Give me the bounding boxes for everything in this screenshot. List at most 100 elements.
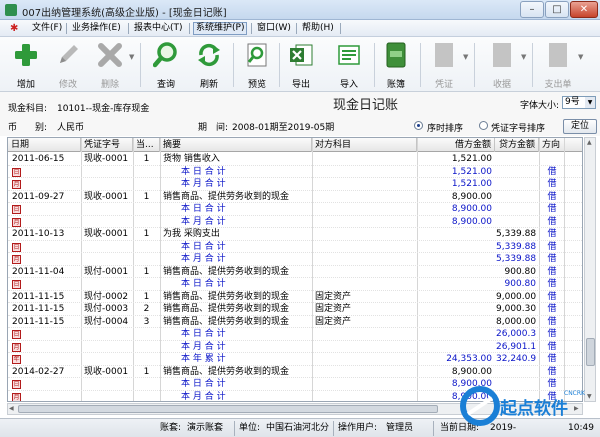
cell-date (12, 391, 80, 402)
voucher-icon (435, 43, 453, 67)
table-row[interactable]: 日本 日 合 计 1,521.00 借 (8, 166, 582, 178)
table-row[interactable]: 日本 日 合 计 5,339.88 借 (8, 241, 582, 253)
status-book-label: 账套: (160, 423, 182, 433)
cell-dir: 借 (547, 366, 557, 377)
menu-divider (66, 23, 67, 34)
payment-slip-button[interactable]: 支出单 (542, 40, 574, 90)
table-row[interactable]: 月本 月 合 计 1,521.00 借 (8, 178, 582, 191)
sort-voucher-label[interactable]: 凭证字号排序 (491, 121, 545, 134)
table-row[interactable]: 2014-02-27 现收-0001 1 销售商品、提供劳务收到的现金 8,900.00… (8, 366, 582, 378)
table-row[interactable]: 日本 日 合 计 900.80 借 (8, 278, 582, 291)
menu-divider (251, 23, 252, 34)
menu-reports[interactable]: 报表中心(T) (132, 22, 185, 35)
delete-button[interactable]: 删除 (94, 40, 126, 90)
maximize-button[interactable]: □ (545, 1, 569, 18)
scroll-left-icon[interactable]: ◀ (9, 405, 14, 412)
sort-voucher-radio[interactable] (479, 121, 488, 130)
table-row[interactable]: 2011-10-13 现收-0001 1 为我 采购支出 5,339.88 借 (8, 228, 582, 241)
cell-date (12, 341, 80, 353)
cell-date (12, 166, 80, 178)
cell-voucher (84, 178, 132, 190)
voucher-dropdown-arrow-icon[interactable]: ▼ (463, 53, 468, 61)
cash-journal-table[interactable]: 日期 凭证字号 当... 摘要 对方科目 借方金额 贷方金额 方向 2011-0… (7, 137, 583, 402)
table-row[interactable]: 2011-11-15 现付-0002 1 销售商品、提供劳务收到的现金 固定资产 9,00… (8, 291, 582, 303)
cell-no (134, 178, 159, 190)
menu-file[interactable]: 文件(F) (30, 22, 64, 35)
mdi-child-icon[interactable]: ✱ (10, 23, 22, 34)
vertical-scroll-thumb[interactable] (586, 338, 595, 366)
col-debit[interactable]: 借方金额 (417, 138, 495, 152)
table-row[interactable]: 月本 月 合 计26,901.10借 (8, 341, 582, 353)
menu-system[interactable]: 系统维护(P) (193, 22, 248, 35)
menu-help[interactable]: 帮助(H) (300, 22, 336, 35)
cell-no (134, 378, 159, 390)
title-bar: 007出纳管理系统(高级企业版) - [现金日记账] – □ ✕ (0, 0, 600, 20)
sort-time-label[interactable]: 序时排序 (427, 121, 463, 134)
table-row[interactable]: 2011-11-15 现付-0003 2 销售商品、提供劳务收到的现金 固定资产 9,00… (8, 303, 582, 316)
voucher-button[interactable]: 凭证 (428, 40, 460, 90)
scroll-up-icon[interactable]: ▲ (587, 139, 592, 146)
cell-opp (315, 178, 415, 190)
table-row[interactable]: 2011-09-27 现收-0001 1 销售商品、提供劳务收到的现金 8,900.00… (8, 191, 582, 203)
receipt-button[interactable]: 收据 (486, 40, 518, 90)
table-row[interactable]: 月本 月 合 计 5,339.88 借 (8, 253, 582, 266)
preview-button[interactable]: 预览 (241, 40, 273, 90)
cell-credit: 9,000.00 (496, 291, 536, 302)
cell-opp (315, 391, 415, 402)
cell-no: 3 (143, 316, 150, 327)
cell-debit (418, 253, 492, 265)
cell-date: 2011-11-04 (12, 266, 65, 277)
refresh-button[interactable]: 刷新 (193, 40, 225, 90)
col-summary[interactable]: 摘要 (160, 138, 312, 152)
import-button[interactable]: 导入 (333, 40, 365, 90)
toolbar-divider (140, 43, 141, 87)
cell-summary: 本 月 合 计 (181, 179, 226, 189)
payment-slip-dropdown-arrow-icon[interactable]: ▼ (578, 53, 583, 61)
table-row[interactable]: 2011-11-04 现付-0001 1 销售商品、提供劳务收到的现金 900.80 借 (8, 266, 582, 278)
ledger-button[interactable]: 账簿 (380, 40, 412, 90)
col-credit[interactable]: 贷方金额 (495, 138, 539, 152)
status-unit-value: 中国石油河北分 (266, 423, 330, 433)
locate-button[interactable]: 定位 (563, 119, 597, 134)
receipt-icon (493, 43, 511, 67)
cell-credit: 5,339.88 (496, 241, 536, 252)
cell-credit: 26,901.10 (496, 341, 536, 352)
col-seq[interactable]: 当... (133, 138, 160, 152)
table-row[interactable]: 月本 月 合 计 8,900.00 借 (8, 216, 582, 228)
cell-voucher (84, 203, 132, 215)
cell-credit: 8,000.00 (496, 316, 536, 327)
table-row[interactable]: 2011-11-15 现付-0004 3 销售商品、提供劳务收到的现金 固定资产 8,00… (8, 316, 582, 328)
table-row[interactable]: 日本 日 合 计 8,900.00 借 (8, 203, 582, 216)
add-button[interactable]: 增加 (10, 40, 42, 90)
menu-divider (340, 23, 341, 34)
font-size-select[interactable]: 9号 ▼ (562, 96, 596, 109)
query-button[interactable]: 查询 (150, 40, 182, 90)
chevron-down-icon[interactable]: ▼ (585, 97, 595, 108)
font-size-label: 字体大小: (520, 101, 560, 111)
preview-label: 预览 (247, 80, 266, 90)
cell-date (12, 178, 80, 190)
close-button[interactable]: ✕ (570, 1, 598, 18)
col-date[interactable]: 日期 (8, 138, 81, 152)
edit-button[interactable]: 修改 (52, 40, 84, 90)
watermark-brand: 起点软件 (500, 399, 568, 419)
table-row[interactable]: 年本 年 累 计24,353.0032,240.98借 (8, 353, 582, 366)
col-opposite-account[interactable]: 对方科目 (312, 138, 417, 152)
menu-business[interactable]: 业务操作(E) (70, 22, 123, 35)
horizontal-scroll-thumb[interactable] (18, 405, 438, 413)
cell-dir: 借 (547, 179, 557, 189)
table-row[interactable]: 日本 日 合 计26,000.30借 (8, 328, 582, 341)
menu-window[interactable]: 窗口(W) (255, 22, 293, 35)
col-direction[interactable]: 方向 (539, 138, 582, 152)
table-row[interactable]: 2011-06-15 现收-0001 1 货物 销售收入 1,521.00 (8, 153, 582, 166)
cell-opp: 固定资产 (315, 316, 352, 327)
export-button[interactable]: 导出 (285, 40, 317, 90)
minimize-button[interactable]: – (520, 1, 544, 18)
col-voucher[interactable]: 凭证字号 (81, 138, 133, 152)
vertical-scrollbar[interactable]: ▲ ▼ (584, 137, 596, 402)
excel-icon (290, 44, 313, 66)
receipt-dropdown-arrow-icon[interactable]: ▼ (521, 53, 526, 61)
delete-dropdown-arrow-icon[interactable]: ▼ (129, 53, 134, 61)
cell-summary: 销售商品、提供劳务收到的现金 (163, 291, 290, 302)
sort-time-radio[interactable] (414, 121, 423, 130)
